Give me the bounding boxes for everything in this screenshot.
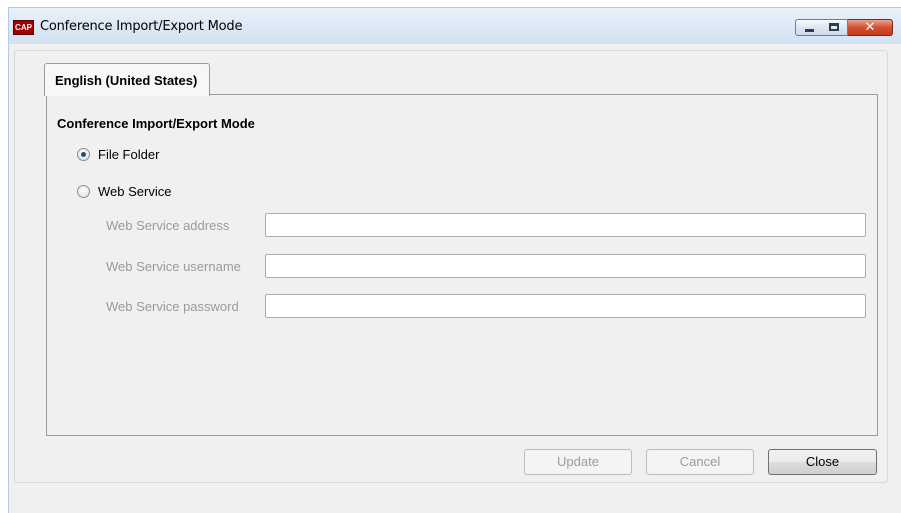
minimize-button[interactable] [795,19,822,36]
file-folder-radio[interactable] [77,148,90,161]
maximize-button[interactable] [821,19,848,36]
web-service-label: Web Service [98,184,172,199]
window-title: Conference Import/Export Mode [40,19,243,34]
file-folder-label: File Folder [98,147,160,162]
title-bar[interactable]: CAP Conference Import/Export Mode ✕ [9,8,901,44]
web-service-password-label: Web Service password [106,299,239,314]
web-service-password-input[interactable] [265,294,866,318]
tab-english-united-states[interactable]: English (United States) [44,63,210,96]
web-service-address-label: Web Service address [106,218,230,233]
web-service-username-input[interactable] [265,254,866,278]
tab-label: English (United States) [55,73,198,88]
web-service-radio[interactable] [77,185,90,198]
web-service-address-input[interactable] [265,213,866,237]
cancel-button[interactable]: Cancel [646,449,754,475]
web-service-username-label: Web Service username [106,259,241,274]
minimize-icon [805,29,814,32]
maximize-icon [829,23,839,31]
update-button[interactable]: Update [524,449,632,475]
close-window-button[interactable]: ✕ [848,19,893,36]
section-title: Conference Import/Export Mode [57,116,255,131]
close-icon: ✕ [864,20,876,35]
app-logo-icon: CAP [13,20,34,35]
close-button[interactable]: Close [768,449,877,475]
